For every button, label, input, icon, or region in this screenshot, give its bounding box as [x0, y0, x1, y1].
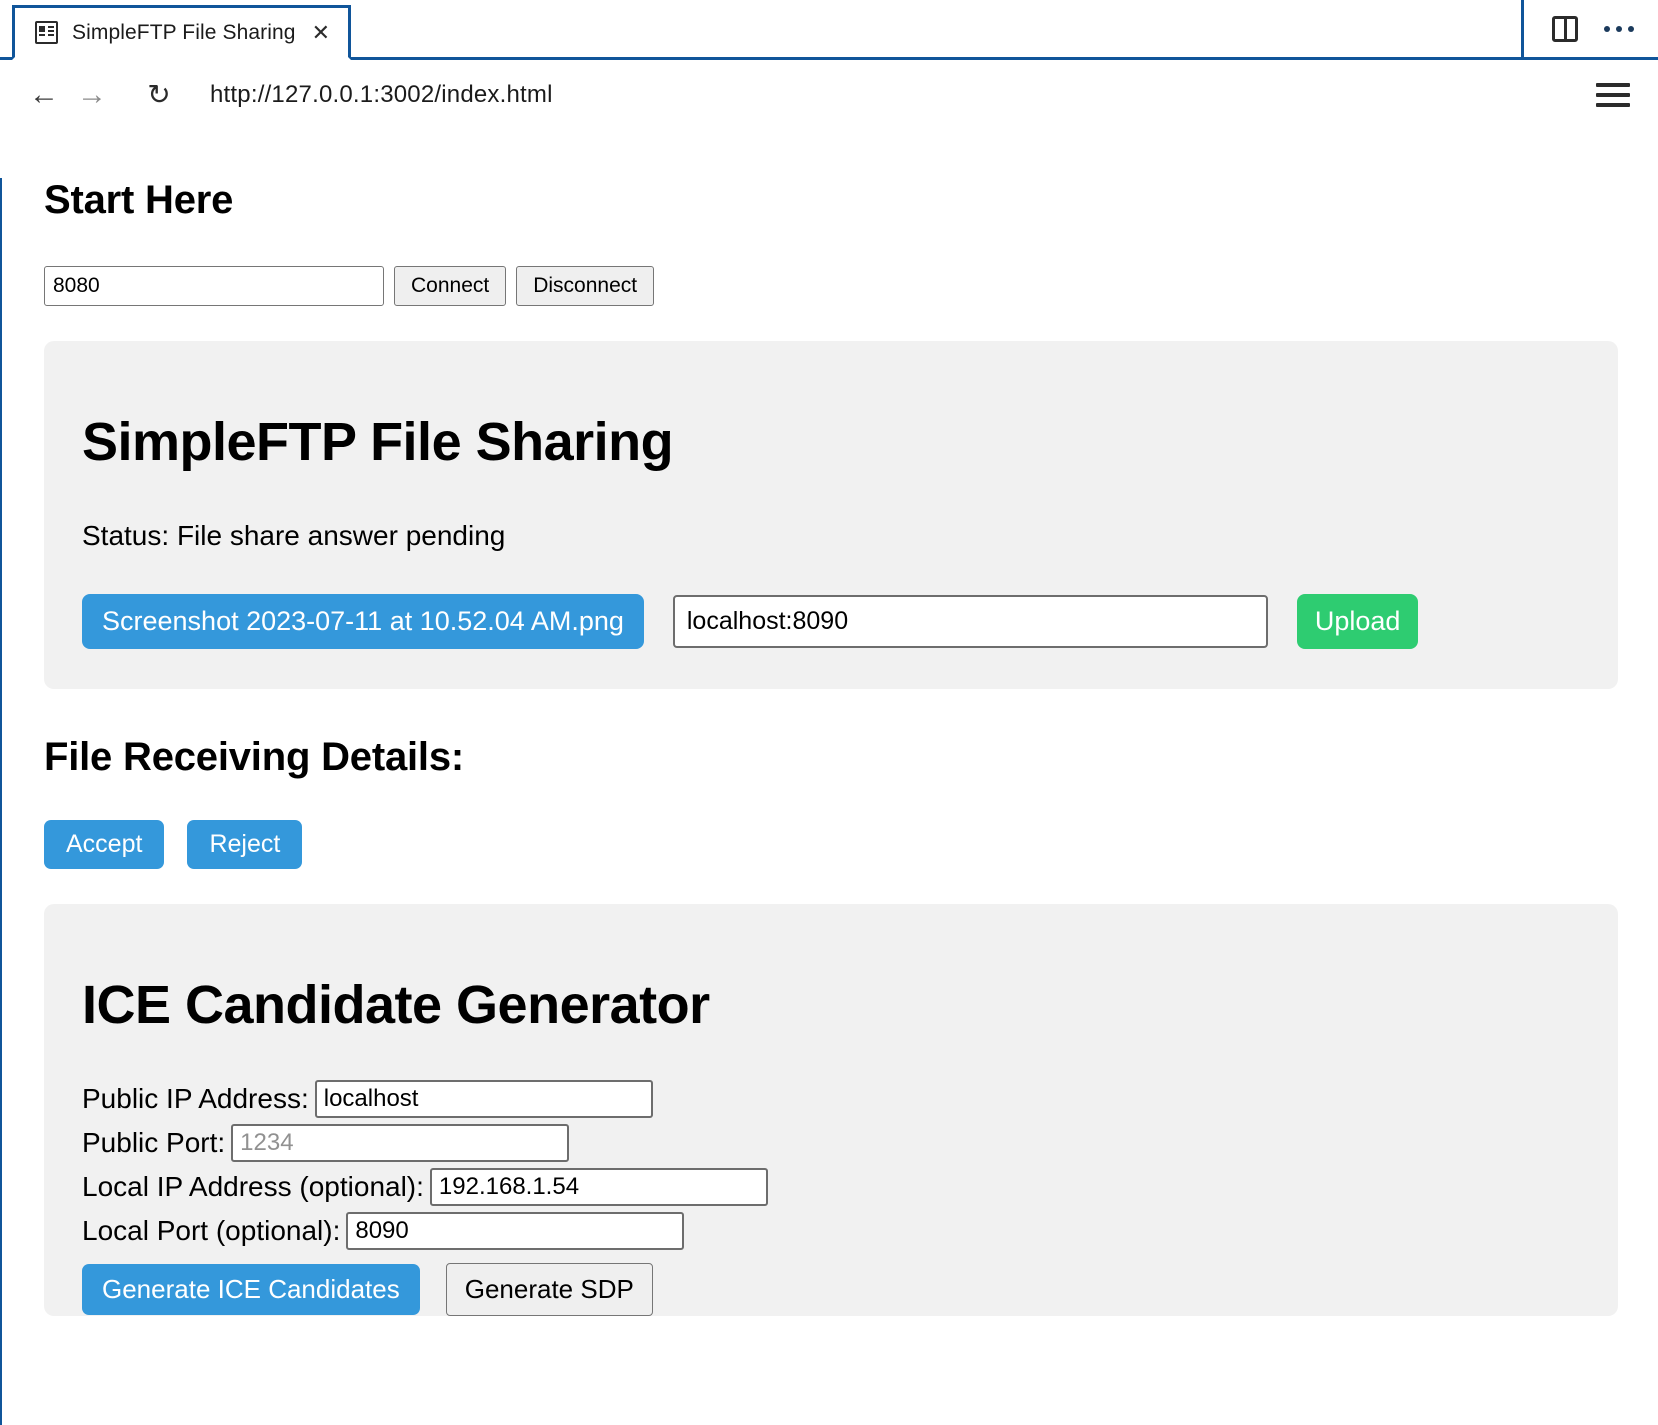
- public-ip-input[interactable]: [314, 1080, 653, 1118]
- menu-icon[interactable]: [1596, 82, 1630, 107]
- back-button[interactable]: ←: [20, 71, 68, 119]
- tab-title: SimpleFTP File Sharing: [72, 20, 296, 44]
- accept-button[interactable]: Accept: [44, 820, 165, 869]
- ice-card-title: ICE Candidate Generator: [82, 975, 710, 1035]
- reload-icon[interactable]: ↻: [134, 71, 184, 119]
- file-receiving-heading: File Receiving Details:: [44, 735, 464, 779]
- close-icon[interactable]: ✕: [312, 21, 330, 44]
- navigation-toolbar: ← → ↻ http://127.0.0.1:3002/index.html: [0, 60, 1658, 130]
- local-port-label: Local Port (optional):: [82, 1215, 341, 1246]
- connect-button[interactable]: Connect: [394, 266, 507, 306]
- local-ip-input[interactable]: [429, 1168, 768, 1206]
- public-port-input[interactable]: [231, 1124, 570, 1162]
- upload-button[interactable]: Upload: [1296, 594, 1419, 649]
- share-card-title: SimpleFTP File Sharing: [82, 412, 674, 472]
- window-controls: [1521, 0, 1658, 57]
- browser-chrome: SimpleFTP File Sharing ✕ ← → ↻ http://12…: [0, 0, 1658, 130]
- page-layout-icon: [35, 21, 58, 44]
- shared-file-button[interactable]: Screenshot 2023-07-11 at 10.52.04 AM.png: [82, 594, 644, 649]
- port-input[interactable]: [44, 266, 384, 306]
- public-ip-label: Public IP Address:: [82, 1083, 309, 1114]
- generate-sdp-button[interactable]: Generate SDP: [445, 1263, 653, 1316]
- local-port-row: Local Port (optional):: [82, 1212, 1580, 1250]
- start-here-heading: Start Here: [44, 178, 234, 222]
- page-viewport: Start Here Connect Disconnect SimpleFTP …: [0, 178, 1658, 1425]
- ice-candidate-card: ICE Candidate Generator Public IP Addres…: [44, 904, 1618, 1316]
- forward-button[interactable]: →: [68, 71, 116, 119]
- page-content: Start Here Connect Disconnect SimpleFTP …: [2, 178, 1658, 1316]
- public-port-label: Public Port:: [82, 1127, 226, 1158]
- ice-generate-row: Generate ICE Candidates Generate SDP: [82, 1263, 1580, 1316]
- public-ip-row: Public IP Address:: [82, 1080, 1580, 1118]
- connect-row: Connect Disconnect: [44, 266, 1618, 306]
- local-port-input[interactable]: [346, 1212, 685, 1250]
- browser-tab[interactable]: SimpleFTP File Sharing ✕: [12, 5, 351, 60]
- generate-ice-candidates-button[interactable]: Generate ICE Candidates: [82, 1264, 420, 1315]
- split-view-icon[interactable]: [1552, 15, 1578, 42]
- disconnect-button[interactable]: Disconnect: [516, 266, 655, 306]
- ice-form: Public IP Address: Public Port: Local IP…: [82, 1080, 1580, 1316]
- url-bar[interactable]: http://127.0.0.1:3002/index.html: [210, 81, 1596, 109]
- receiving-actions: Accept Reject: [44, 820, 1618, 869]
- local-ip-row: Local IP Address (optional):: [82, 1168, 1580, 1206]
- upload-target-input[interactable]: [672, 595, 1268, 648]
- reject-button[interactable]: Reject: [187, 820, 303, 869]
- share-row: Screenshot 2023-07-11 at 10.52.04 AM.png…: [82, 594, 1580, 649]
- file-sharing-card: SimpleFTP File Sharing Status: File shar…: [44, 341, 1618, 689]
- tab-strip: SimpleFTP File Sharing ✕: [0, 0, 1658, 60]
- local-ip-label: Local IP Address (optional):: [82, 1171, 424, 1202]
- public-port-row: Public Port:: [82, 1124, 1580, 1162]
- more-options-icon[interactable]: [1604, 25, 1634, 32]
- status-text: Status: File share answer pending: [82, 520, 506, 551]
